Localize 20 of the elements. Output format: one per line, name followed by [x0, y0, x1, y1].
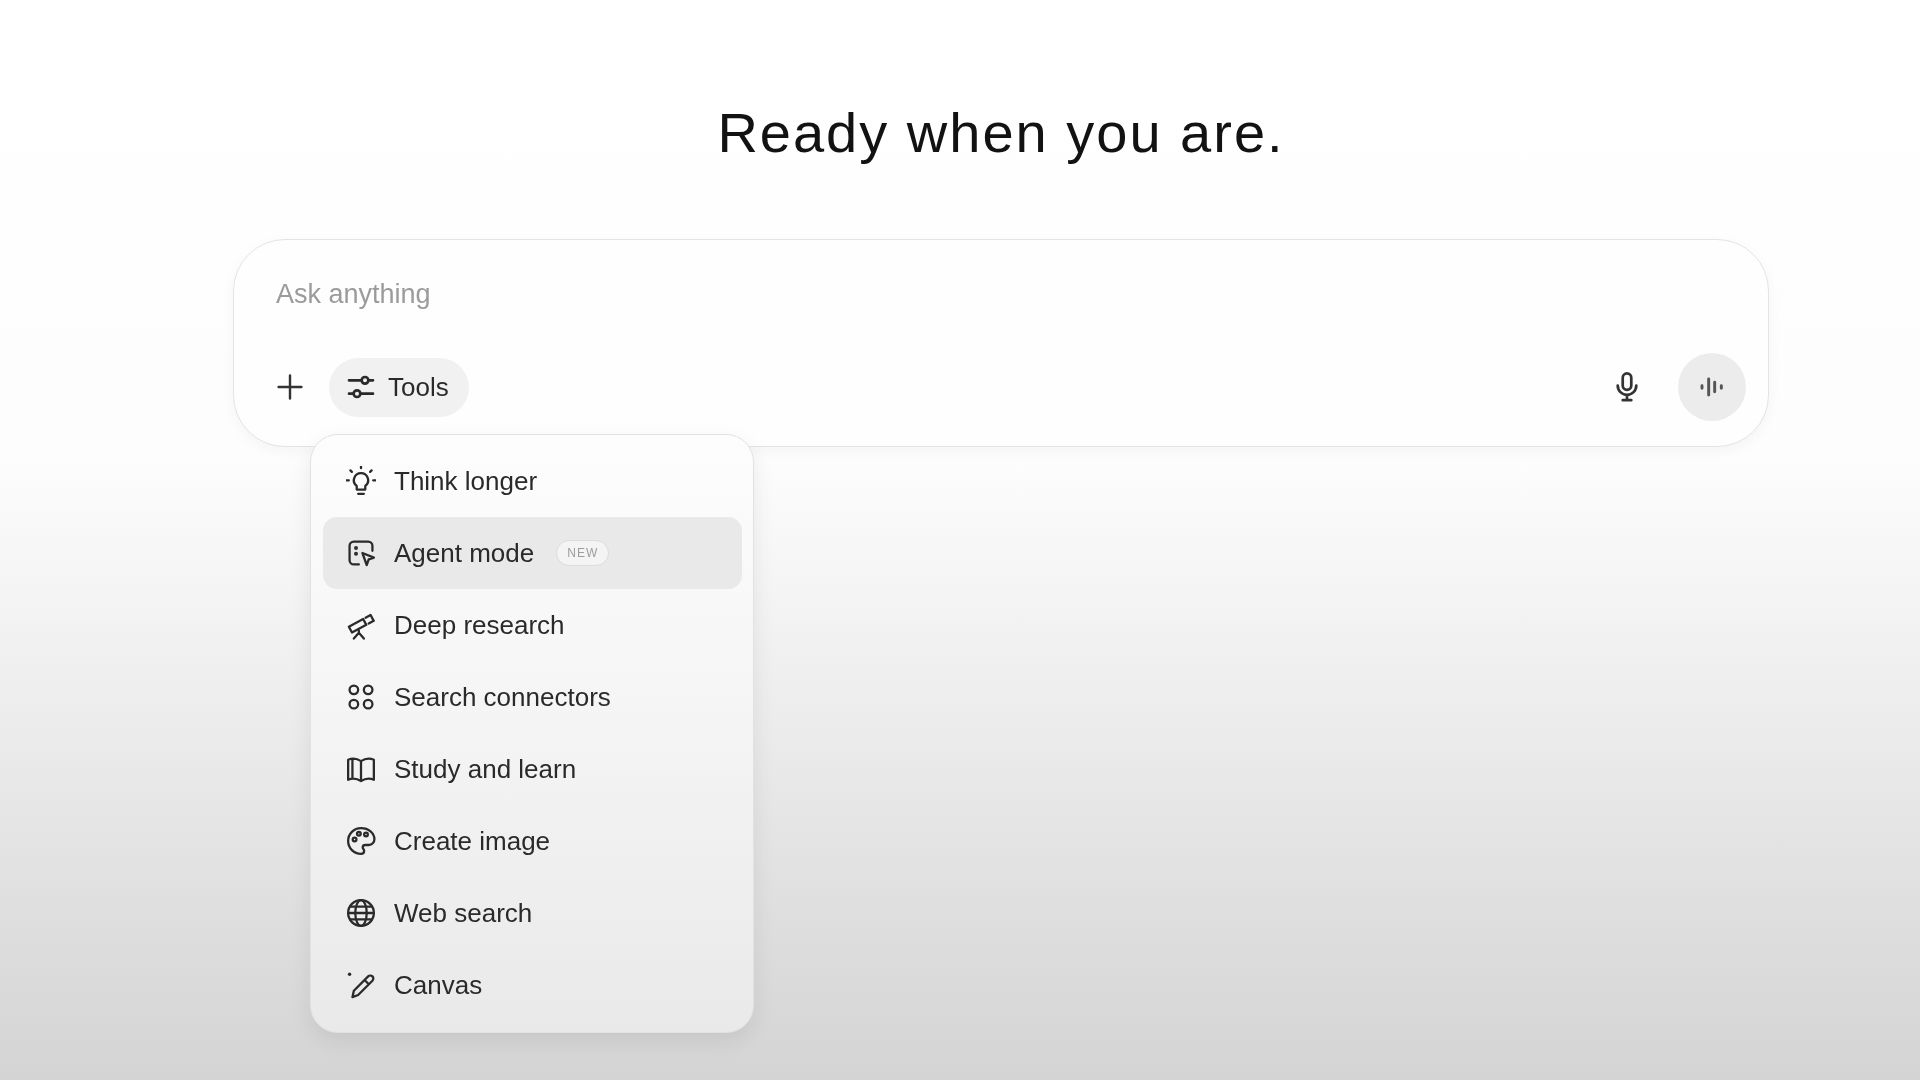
message-input[interactable]: Ask anything: [276, 274, 976, 314]
palette-icon: [346, 826, 376, 856]
cursor-window-icon: [346, 538, 376, 568]
menu-item[interactable]: Search connectors: [323, 661, 742, 733]
pen-icon: [346, 970, 376, 1000]
menu-item[interactable]: Deep research: [323, 589, 742, 661]
connectors-icon: [346, 682, 376, 712]
plus-icon: [275, 372, 305, 402]
sliders-icon: [347, 373, 375, 401]
menu-item[interactable]: Agent mode NEW: [323, 517, 742, 589]
menu-item[interactable]: Web search: [323, 877, 742, 949]
lightbulb-icon: [346, 466, 376, 496]
feature-tag: NEW: [556, 540, 610, 566]
menu-item[interactable]: Canvas: [323, 949, 742, 1021]
menu-item[interactable]: Study and learn: [323, 733, 742, 805]
tools-button[interactable]: Tools: [329, 357, 469, 417]
menu-item[interactable]: Create image: [323, 805, 742, 877]
menu-item[interactable]: Think longer: [323, 445, 742, 517]
page-heading: Ready when you are.: [717, 101, 1285, 165]
globe-icon: [346, 898, 376, 928]
